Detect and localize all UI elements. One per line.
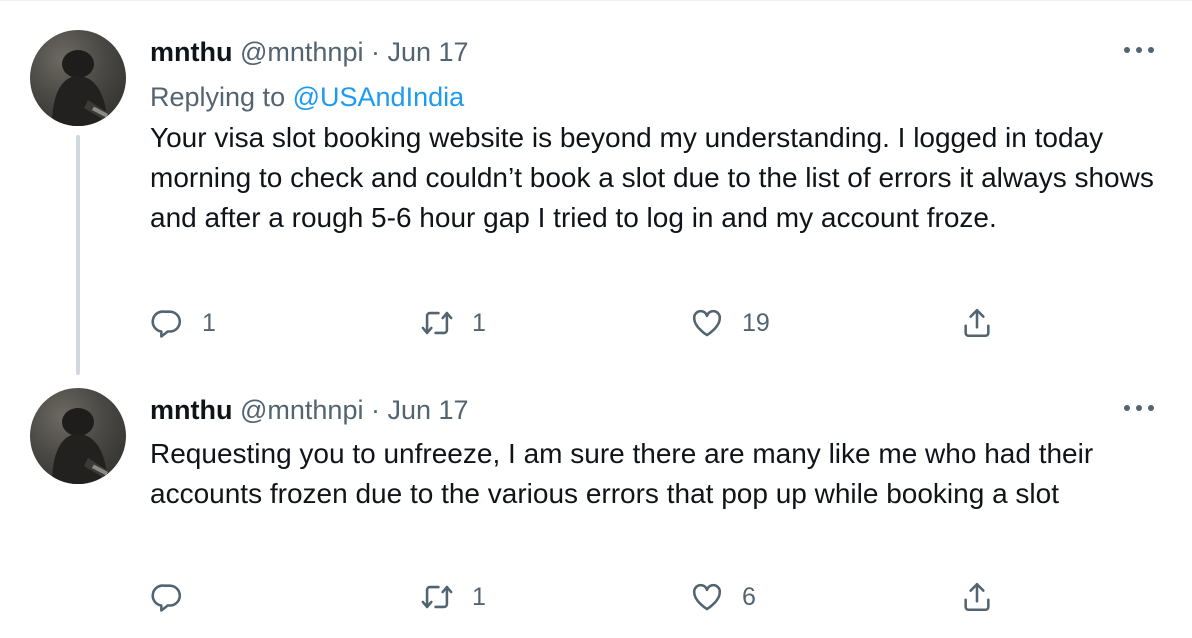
- retweet-icon: [421, 585, 453, 609]
- tweet-actions: 1 1 19: [150, 303, 1050, 343]
- retweet-count: 1: [472, 582, 486, 611]
- display-name[interactable]: mnthu: [150, 395, 232, 425]
- like-count: 6: [742, 582, 756, 611]
- share-icon: [964, 582, 990, 612]
- share-icon: [964, 308, 990, 338]
- retweet-icon: [421, 311, 453, 335]
- reply-count: 1: [202, 308, 216, 337]
- more-options-button[interactable]: [1124, 40, 1158, 60]
- avatar[interactable]: [30, 388, 126, 484]
- tweet-header: mnthu @mnthnpi · Jun 17: [150, 393, 469, 427]
- like-button[interactable]: 6: [690, 577, 756, 617]
- tweet-date[interactable]: Jun 17: [388, 37, 469, 67]
- mention-link[interactable]: @USAndIndia: [293, 82, 465, 112]
- tweet[interactable]: mnthu @mnthnpi · Jun 17 Replying to @USA…: [0, 0, 1192, 380]
- reply-button[interactable]: 1: [150, 303, 216, 343]
- display-name[interactable]: mnthu: [150, 37, 232, 67]
- tweet[interactable]: mnthu @mnthnpi · Jun 17 Requesting you t…: [0, 380, 1192, 638]
- share-button[interactable]: [960, 303, 994, 343]
- reply-button[interactable]: [150, 577, 202, 617]
- tweet-text: Requesting you to unfreeze, I am sure th…: [150, 438, 1094, 509]
- tweet-text: Your visa slot booking website is beyond…: [150, 122, 1154, 233]
- separator-dot: ·: [370, 37, 380, 67]
- heart-icon: [692, 583, 722, 611]
- thread-connector-line: [76, 135, 80, 375]
- more-options-button[interactable]: [1124, 398, 1158, 418]
- replying-to-line: Replying to @USAndIndia: [150, 80, 464, 114]
- like-count: 19: [742, 308, 770, 337]
- retweet-button[interactable]: 1: [420, 303, 486, 343]
- retweet-button[interactable]: 1: [420, 577, 486, 617]
- user-handle[interactable]: @mnthnpi: [240, 37, 363, 67]
- tweet-date[interactable]: Jun 17: [388, 395, 469, 425]
- user-handle[interactable]: @mnthnpi: [240, 395, 363, 425]
- avatar-photo: [52, 50, 110, 126]
- separator-dot: ·: [370, 395, 380, 425]
- tweet-actions: 1 6: [150, 577, 1050, 617]
- retweet-count: 1: [472, 308, 486, 337]
- tweet-header: mnthu @mnthnpi · Jun 17: [150, 35, 469, 69]
- reply-icon: [151, 310, 182, 338]
- share-button[interactable]: [960, 577, 994, 617]
- avatar-photo: [52, 408, 110, 484]
- avatar[interactable]: [30, 30, 126, 126]
- heart-icon: [692, 309, 722, 337]
- like-button[interactable]: 19: [690, 303, 770, 343]
- replying-to-label: Replying to: [150, 82, 286, 112]
- reply-icon: [151, 584, 182, 612]
